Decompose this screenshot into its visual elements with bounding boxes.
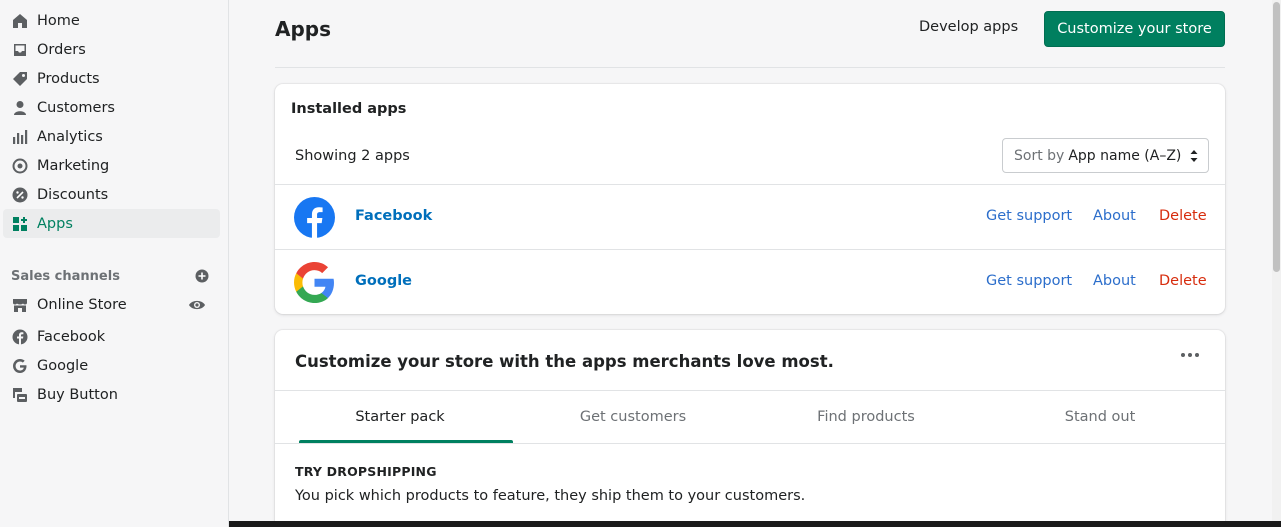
page-title: Apps [275, 17, 332, 41]
section-description: You pick which products to feature, they… [295, 488, 806, 504]
google-icon [11, 357, 29, 375]
sidebar-item-buy-button[interactable]: Buy Button [3, 380, 220, 409]
home-icon [11, 12, 29, 30]
bottom-bar [229, 521, 1281, 527]
sales-channels-heading: Sales channels [11, 267, 209, 285]
recommendations-card: Customize your store with the apps merch… [275, 330, 1225, 527]
sidebar: Home Orders Products Customers Analytics… [0, 0, 229, 527]
sidebar-item-label: Apps [37, 215, 73, 232]
sort-select[interactable]: Sort by App name (A–Z) [1002, 138, 1209, 173]
discount-icon [11, 186, 29, 204]
sidebar-item-facebook[interactable]: Facebook [3, 322, 220, 351]
bar-chart-icon [11, 128, 29, 146]
sort-label: Sort by [1014, 147, 1065, 164]
select-arrows-icon [1190, 150, 1198, 162]
main-content: Apps Develop apps Customize your store I… [229, 0, 1281, 527]
divider [275, 67, 1225, 68]
sidebar-item-label: Online Store [37, 296, 127, 313]
app-row: Google Get support About Delete [275, 249, 1225, 314]
section-kicker: TRY DROPSHIPPING [295, 464, 437, 479]
sidebar-item-label: Google [37, 357, 89, 374]
app-name-link[interactable]: Facebook [355, 208, 432, 224]
sidebar-item-label: Customers [37, 99, 115, 116]
add-channel-icon[interactable] [195, 269, 209, 283]
delete-link[interactable]: Delete [1159, 208, 1207, 224]
card-title: Installed apps [291, 101, 407, 117]
facebook-logo [294, 197, 335, 238]
sidebar-item-label: Discounts [37, 186, 109, 203]
sidebar-item-orders[interactable]: Orders [3, 35, 220, 64]
sidebar-item-online-store[interactable]: Online Store [3, 290, 220, 319]
more-actions-icon[interactable] [1179, 348, 1201, 362]
facebook-icon [11, 328, 29, 346]
sidebar-item-analytics[interactable]: Analytics [3, 122, 220, 151]
app-name-link[interactable]: Google [355, 273, 412, 289]
tab-stand-out[interactable]: Stand out [987, 390, 1213, 443]
google-logo [294, 262, 334, 303]
divider [275, 443, 1225, 444]
get-support-link[interactable]: Get support [986, 273, 1072, 289]
sidebar-item-discounts[interactable]: Discounts [3, 180, 220, 209]
apps-count: Showing 2 apps [295, 148, 410, 164]
sidebar-item-label: Marketing [37, 157, 110, 174]
sidebar-item-label: Facebook [37, 328, 106, 345]
delete-link[interactable]: Delete [1159, 273, 1207, 289]
sidebar-item-label: Analytics [37, 128, 103, 145]
target-icon [11, 157, 29, 175]
about-link[interactable]: About [1093, 208, 1136, 224]
person-icon [11, 99, 29, 117]
sidebar-item-label: Home [37, 12, 80, 29]
sidebar-item-customers[interactable]: Customers [3, 93, 220, 122]
sidebar-item-apps[interactable]: Apps [3, 209, 220, 238]
sidebar-item-google[interactable]: Google [3, 351, 220, 380]
orders-icon [11, 41, 29, 59]
sidebar-item-marketing[interactable]: Marketing [3, 151, 220, 180]
tab-find-products[interactable]: Find products [753, 390, 979, 443]
about-link[interactable]: About [1093, 273, 1136, 289]
tag-icon [11, 70, 29, 88]
buy-button-icon [11, 386, 29, 404]
customize-store-button[interactable]: Customize your store [1044, 11, 1225, 47]
sort-value: App name (A–Z) [1068, 147, 1182, 164]
sales-channels-label: Sales channels [11, 268, 120, 284]
sidebar-item-home[interactable]: Home [3, 6, 220, 35]
sidebar-item-label: Products [37, 70, 100, 87]
store-icon [11, 296, 29, 314]
get-support-link[interactable]: Get support [986, 208, 1072, 224]
eye-icon[interactable] [188, 296, 206, 314]
sidebar-item-products[interactable]: Products [3, 64, 220, 93]
sidebar-item-label: Buy Button [37, 386, 118, 403]
scrollbar-thumb[interactable] [1273, 2, 1280, 272]
installed-apps-card: Installed apps Showing 2 apps Sort by Ap… [275, 84, 1225, 314]
develop-apps-button[interactable]: Develop apps [919, 19, 1018, 35]
tab-get-customers[interactable]: Get customers [520, 390, 746, 443]
sidebar-item-label: Orders [37, 41, 86, 58]
scrollbar[interactable] [1272, 0, 1281, 521]
tab-starter-pack[interactable]: Starter pack [287, 390, 513, 443]
app-row: Facebook Get support About Delete [275, 184, 1225, 249]
recommendations-title: Customize your store with the apps merch… [295, 352, 834, 371]
apps-icon [11, 215, 29, 233]
